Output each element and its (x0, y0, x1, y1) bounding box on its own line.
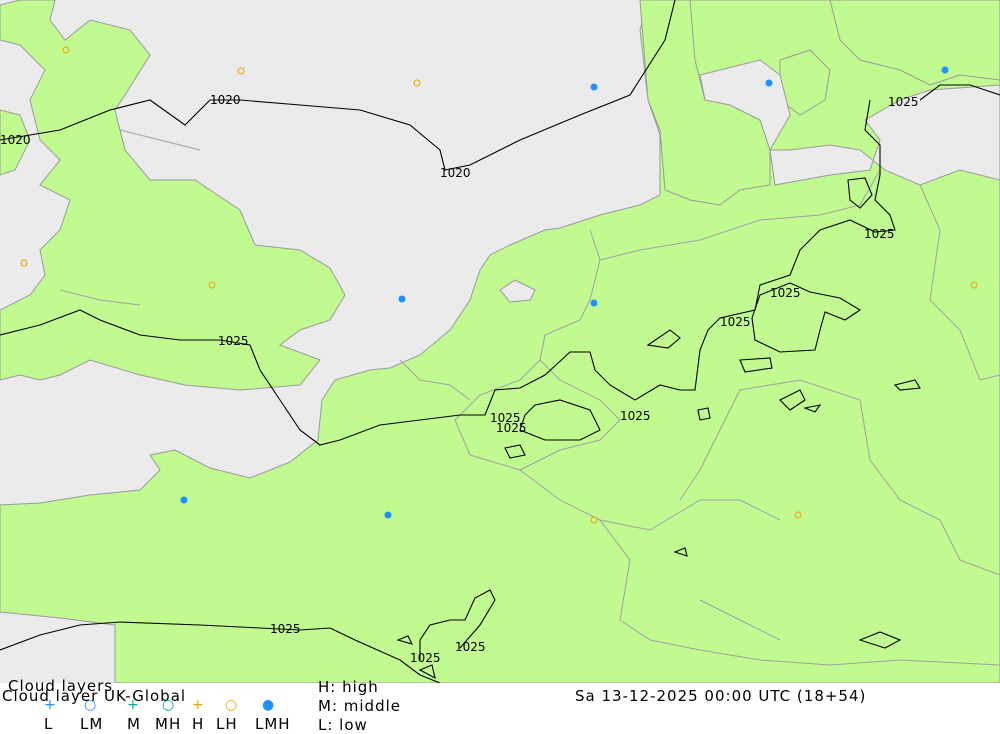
cloud-marker-lmh (765, 79, 773, 87)
isobar-label: 1025 (720, 315, 751, 329)
cloud-marker-lmh (398, 295, 406, 303)
map-canvas: 1020 1020 1020 1025 1025 1025 1025 1025 … (0, 0, 1000, 684)
isobar-label: 1025 (410, 651, 441, 665)
isobar-label: 1025 (455, 640, 486, 654)
legend-key: H (192, 715, 205, 733)
legend-circle-icon: ○ (84, 697, 97, 713)
isobar-label: 1020 (210, 93, 241, 107)
cloud-marker-lmh (941, 66, 949, 74)
isobar-label: 1025 (770, 286, 801, 300)
isobar-label: 1020 (440, 166, 471, 180)
legend-dot-icon: ● (262, 697, 275, 713)
legend-key: LMH (255, 715, 291, 733)
cloud-marker-lmh (590, 83, 598, 91)
legend-plus-icon: + (127, 697, 139, 713)
isobar-label: 1025 (218, 334, 249, 348)
cloud-marker-lmh (384, 511, 392, 519)
isobar-label: 1020 (0, 133, 31, 147)
isobar-label: 1025 (496, 421, 527, 435)
legend-key: LH (216, 715, 238, 733)
legend-key: L (44, 715, 54, 733)
isobar-label: 1025 (270, 622, 301, 636)
isobar-label: 1025 (888, 95, 919, 109)
legend-middle: M: middle (318, 697, 401, 715)
legend-key: MH (155, 715, 182, 733)
legend-plus-icon: + (192, 697, 204, 713)
datetime-label: Sa 13-12-2025 00:00 UTC (18+54) (575, 687, 867, 705)
map-footer: Cloud layers Cloud layer UK-Global H: hi… (0, 677, 1000, 734)
legend-key: LM (80, 715, 104, 733)
cloud-marker-lmh (590, 299, 598, 307)
legend-key: M (127, 715, 141, 733)
legend-high: H: high (318, 678, 379, 696)
legend-low: L: low (318, 716, 368, 734)
cloud-marker-lmh (180, 496, 188, 504)
isobar-label: 1025 (864, 227, 895, 241)
legend-plus-icon: + (44, 697, 56, 713)
legend-circle-icon: ○ (225, 697, 238, 713)
legend-circle-icon: ○ (162, 697, 175, 713)
isobar-label: 1025 (620, 409, 651, 423)
map-panel: 1020 1020 1020 1025 1025 1025 1025 1025 … (0, 0, 1000, 684)
